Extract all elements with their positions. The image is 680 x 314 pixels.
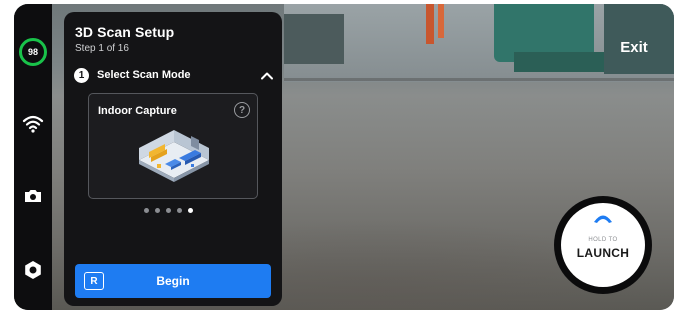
scan-setup-panel: 3D Scan Setup Step 1 of 16 1 Select Scan… xyxy=(64,12,282,306)
pagination-dot-active[interactable] xyxy=(188,208,193,213)
carousel-pagination xyxy=(144,208,204,216)
battery-level: 98 xyxy=(27,47,38,57)
machinery xyxy=(284,14,344,64)
sidebar: 98 xyxy=(14,4,52,310)
step-header[interactable]: 1 Select Scan Mode xyxy=(74,67,274,85)
panel-title: 3D Scan Setup xyxy=(75,24,175,40)
pagination-dot[interactable] xyxy=(166,208,171,213)
scan-mode-title: Indoor Capture xyxy=(98,105,177,117)
battery-indicator: 98 xyxy=(19,38,47,66)
floor-edge xyxy=(284,78,674,81)
orange-pipe xyxy=(438,4,444,38)
pagination-dot[interactable] xyxy=(144,208,149,213)
pagination-dot[interactable] xyxy=(177,208,182,213)
step-number-badge: 1 xyxy=(74,68,89,83)
indoor-room-illustration xyxy=(139,130,209,182)
camera-icon[interactable] xyxy=(21,184,45,208)
wifi-icon[interactable] xyxy=(21,112,45,136)
orange-pipe xyxy=(426,4,434,44)
app-frame: 98 3D Scan Setup Step 1 of 16 1 Select S… xyxy=(14,4,674,310)
step-counter: Step 1 of 16 xyxy=(75,43,129,54)
launch-label: LAUNCH xyxy=(576,246,630,260)
pagination-dot[interactable] xyxy=(155,208,160,213)
launch-button-face: HOLD TO LAUNCH xyxy=(561,203,645,287)
help-icon[interactable]: ? xyxy=(234,102,250,118)
exit-button[interactable]: Exit xyxy=(604,34,664,62)
scan-mode-card[interactable]: Indoor Capture ? xyxy=(88,93,258,199)
drone-arc-icon xyxy=(594,215,612,223)
launch-hint: HOLD TO xyxy=(588,237,618,243)
begin-button-label: Begin xyxy=(156,274,190,288)
step-label: Select Scan Mode xyxy=(97,69,191,81)
chevron-up-icon[interactable] xyxy=(260,69,274,83)
begin-button[interactable]: R Begin xyxy=(75,264,271,298)
launch-button[interactable]: HOLD TO LAUNCH xyxy=(554,196,652,294)
gear-icon[interactable] xyxy=(21,258,45,282)
